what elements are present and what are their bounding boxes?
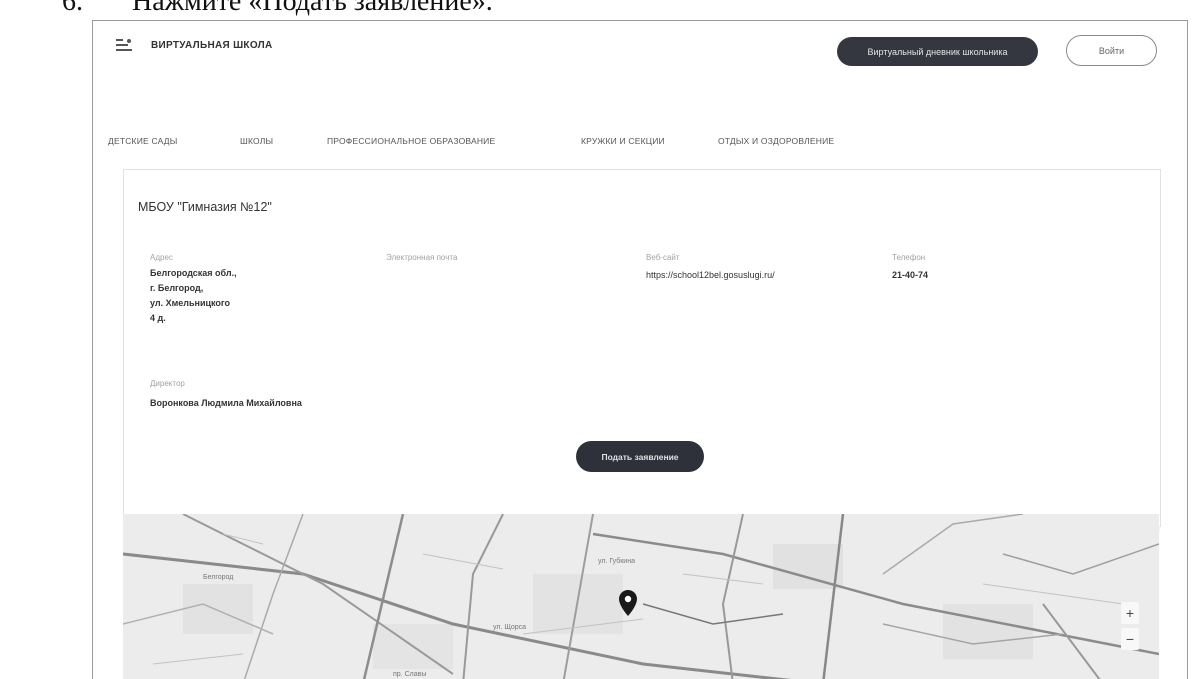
address-line: Белгородская обл.,	[150, 268, 237, 278]
map-canvas	[123, 514, 1159, 679]
address-line: г. Белгород,	[150, 283, 204, 293]
step-number: 6.	[62, 0, 83, 17]
nav-item-clubs[interactable]: КРУЖКИ И СЕКЦИИ	[581, 136, 665, 146]
virtual-diary-button[interactable]: Виртуальный дневник школьника	[837, 37, 1038, 66]
nav-item-kindergartens[interactable]: ДЕТСКИЕ САДЫ	[108, 136, 177, 146]
apply-button[interactable]: Подать заявление	[576, 441, 704, 472]
browser-screenshot: ВИРТУАЛЬНАЯ ШКОЛА Виртуальный дневник шк…	[92, 20, 1188, 679]
website-link[interactable]: https://school12bel.gosuslugi.ru/	[646, 268, 775, 283]
address-line: ул. Хмельницкого	[150, 298, 231, 308]
brand-title: ВИРТУАЛЬНАЯ ШКОЛА	[151, 40, 273, 51]
caption-text: Нажмите «Подать заявление».	[132, 0, 493, 17]
logo-icon	[116, 39, 132, 51]
director-name: Воронкова Людмила Михайловна	[150, 398, 302, 408]
address-label: Адрес	[150, 253, 173, 262]
map-label: Белгород	[203, 574, 234, 581]
school-name: МБОУ "Гимназия №12"	[138, 200, 272, 214]
document-caption: 6. Нажмите «Подать заявление».	[62, 0, 493, 18]
nav-item-recreation[interactable]: ОТДЫХ И ОЗДОРОВЛЕНИЕ	[718, 136, 834, 146]
zoom-in-button[interactable]: +	[1121, 602, 1139, 624]
map-label: ул. Губкина	[598, 558, 635, 565]
address-line: 4 д.	[150, 313, 166, 323]
nav-item-schools[interactable]: ШКОЛЫ	[240, 136, 273, 146]
email-label: Электронная почта	[386, 253, 458, 262]
login-button[interactable]: Войти	[1066, 35, 1157, 66]
director-label: Директор	[150, 379, 185, 388]
website-label: Веб-сайт	[646, 253, 680, 262]
map-widget[interactable]: Белгород ул. Губкина ул. Щорса пр. Славы…	[123, 514, 1159, 679]
school-card: МБОУ "Гимназия №12" Адрес Белгородская о…	[123, 169, 1161, 534]
zoom-out-button[interactable]: −	[1121, 628, 1139, 650]
nav-item-professional-education[interactable]: ПРОФЕССИОНАЛЬНОЕ ОБРАЗОВАНИЕ	[327, 136, 495, 146]
site-header: ВИРТУАЛЬНАЯ ШКОЛА Виртуальный дневник шк…	[93, 21, 1187, 83]
map-label: ул. Щорса	[493, 624, 527, 631]
map-marker-icon[interactable]	[619, 590, 637, 616]
map-label: пр. Славы	[393, 671, 427, 678]
phone-label: Телефон	[892, 253, 926, 262]
phone-value: 21-40-74	[892, 270, 929, 280]
